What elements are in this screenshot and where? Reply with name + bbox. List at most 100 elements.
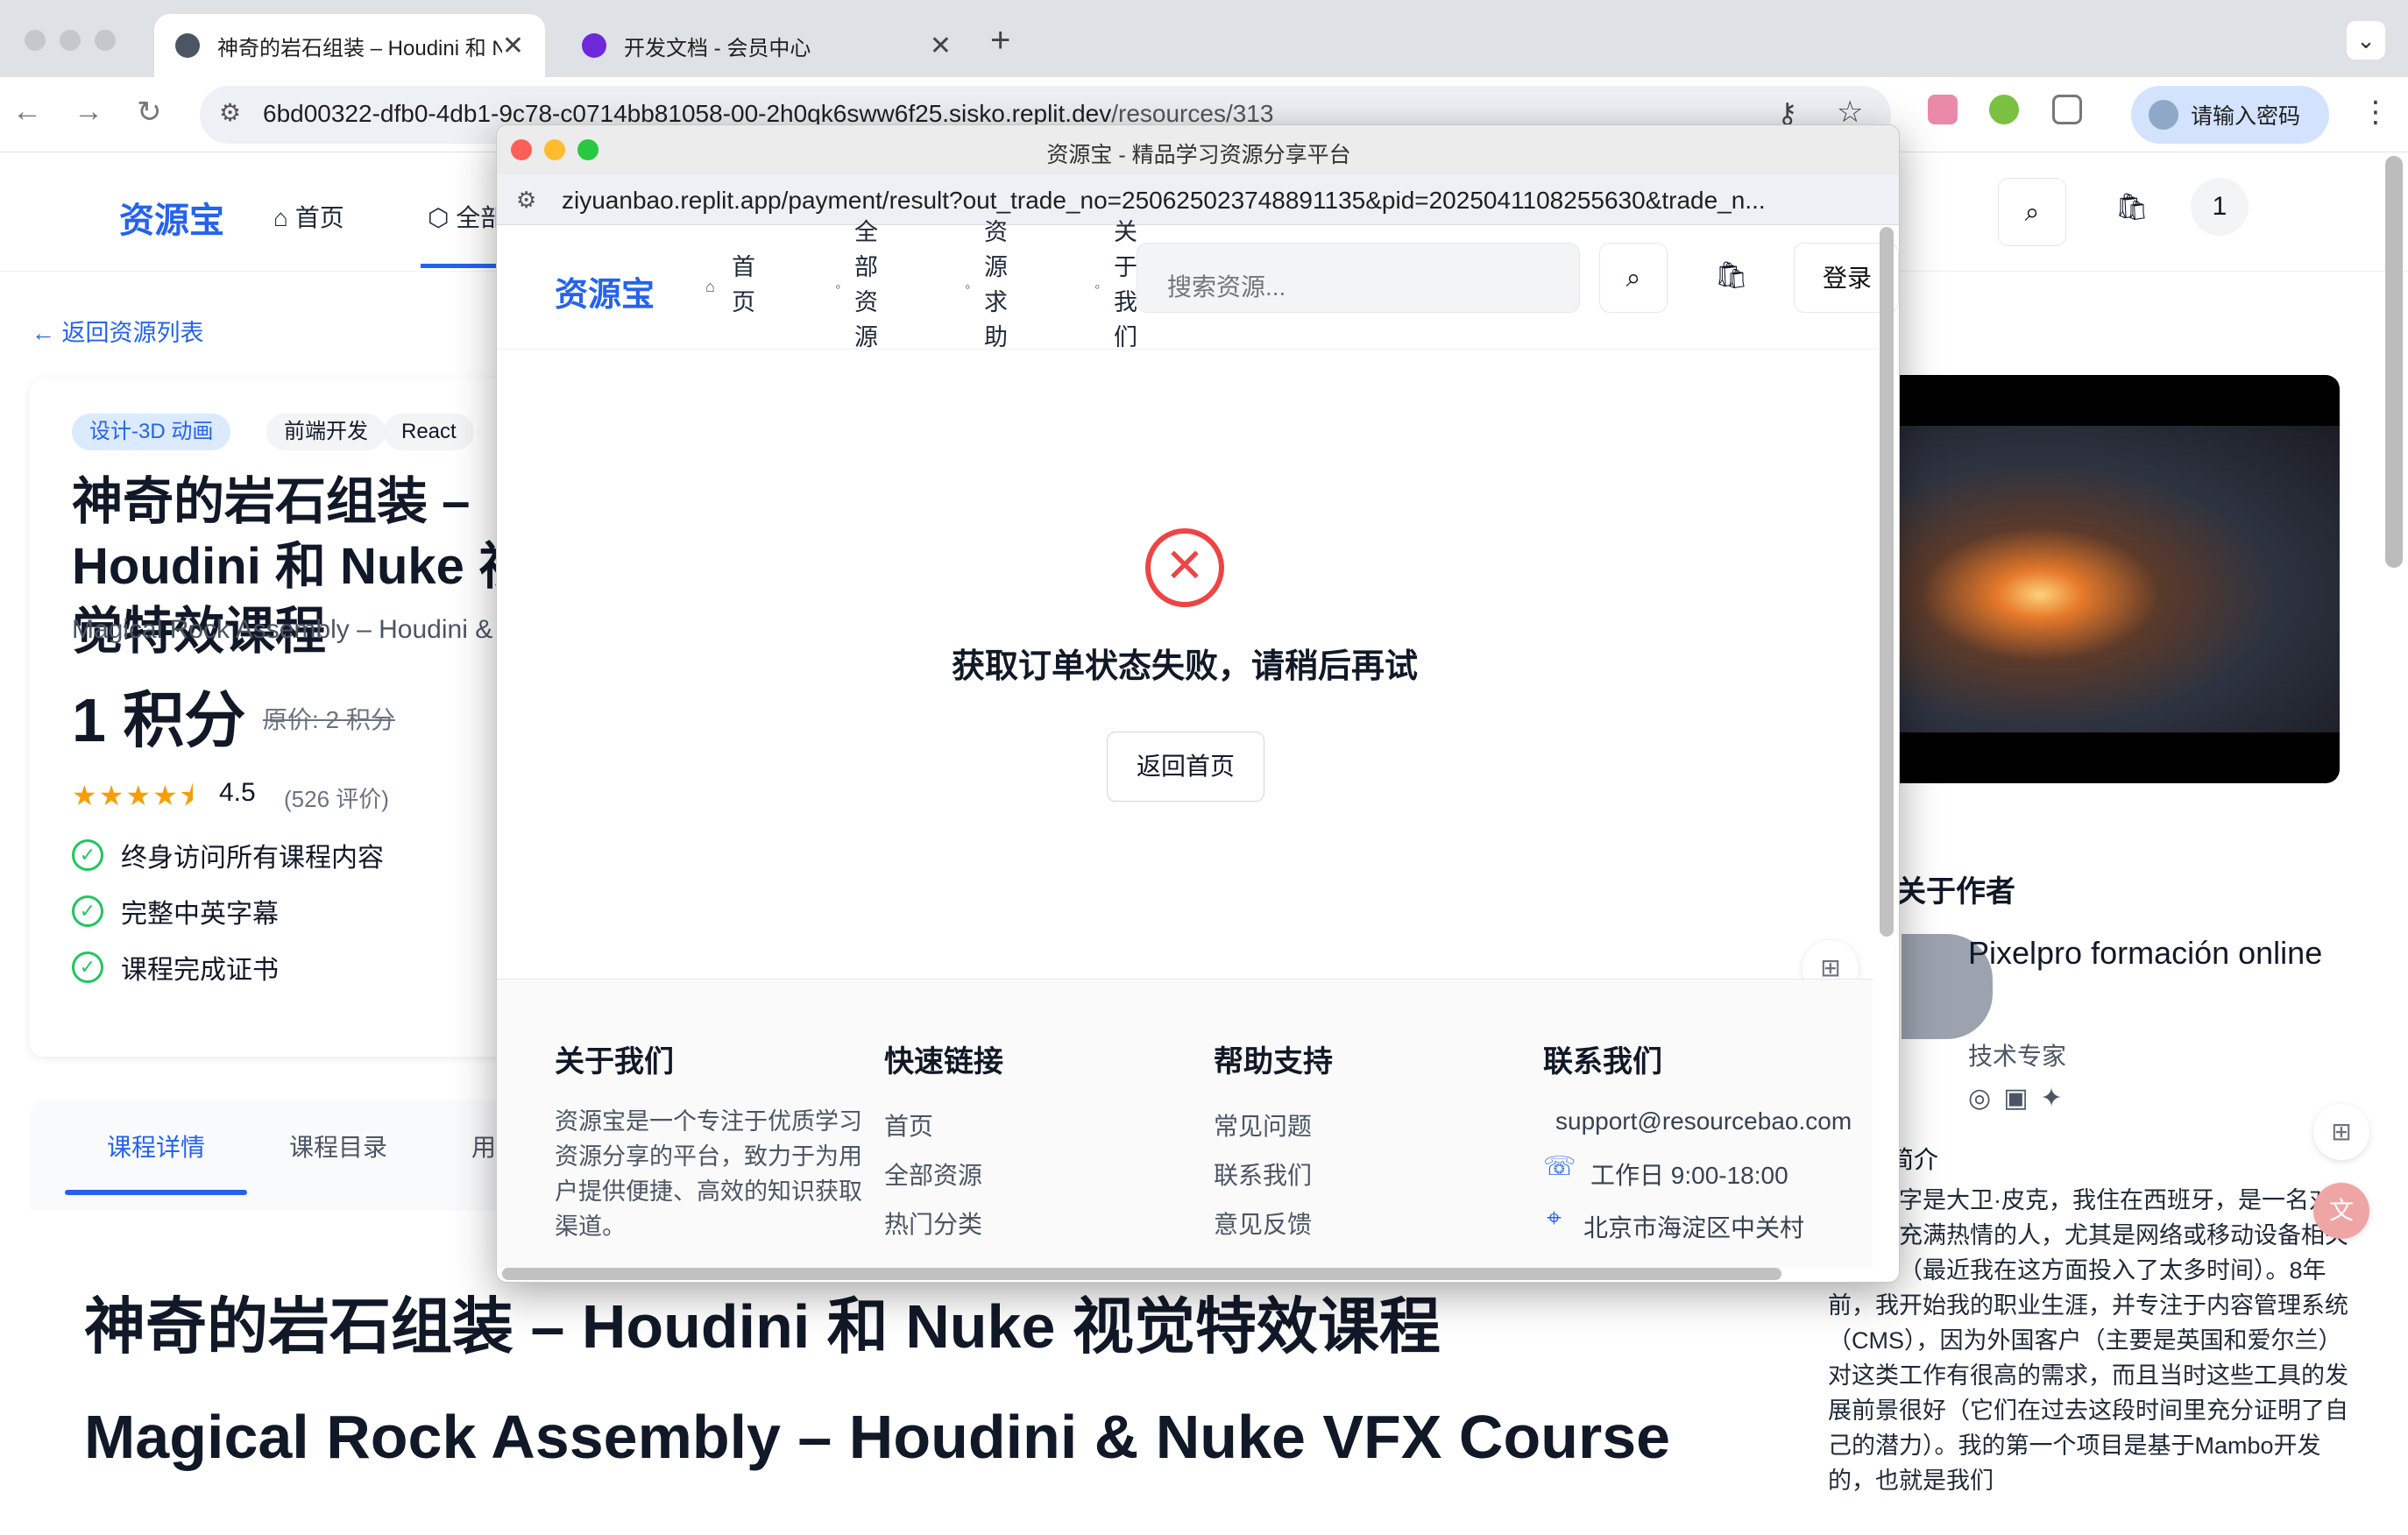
- detail-title-cn: 神奇的岩石组装 – Houdini 和 Nuke 视觉特效课程: [84, 1292, 1441, 1361]
- browser-tabstrip: 神奇的岩石组装 – Houdini 和 N ✕ 开发文档 - 会员中心 ✕ + …: [0, 0, 2408, 77]
- author-bio: 我的名字是大卫·皮克，我住在西班牙，是一名对新技术充满热情的人，尤其是网络或移动…: [1828, 1187, 2348, 1494]
- footer-link[interactable]: 首页: [884, 1107, 933, 1142]
- phone-icon: ☏: [1543, 1152, 1576, 1181]
- tab-close-icon[interactable]: ✕: [502, 31, 524, 61]
- box-icon: ◦: [835, 278, 841, 295]
- window-zoom-light[interactable]: [95, 30, 116, 51]
- error-message: 获取订单状态失败，请稍后再试: [951, 648, 1418, 685]
- nav-home-label: 首页: [294, 204, 344, 231]
- browser-tab-course[interactable]: 神奇的岩石组装 – Houdini 和 N ✕: [154, 14, 545, 77]
- globe-icon: [175, 33, 200, 58]
- site-favicon-icon: [582, 33, 606, 58]
- popup-nav-request[interactable]: 资源求助: [984, 215, 1010, 355]
- back-home-button[interactable]: 返回首页: [1107, 732, 1264, 802]
- feature-label: 课程完成证书: [121, 956, 279, 985]
- footer-link[interactable]: 热门分类: [884, 1206, 982, 1241]
- check-circle-icon: ✓: [72, 895, 103, 927]
- original-price: 原价: 2 积分: [263, 706, 395, 733]
- rating-value: 4.5: [219, 778, 256, 807]
- footer-link[interactable]: 意见反馈: [1214, 1206, 1312, 1241]
- popup-title: 资源宝 - 精品学习资源分享平台: [1046, 143, 1351, 167]
- social-links: ◎▣✦: [1968, 1083, 2075, 1114]
- check-circle-icon: ✓: [72, 951, 103, 983]
- box-icon: ⬡: [428, 204, 457, 231]
- popup-logo[interactable]: 资源宝: [555, 267, 655, 315]
- review-count: (526 评价): [284, 786, 389, 812]
- twitter-icon[interactable]: ✦: [2041, 1084, 2075, 1113]
- forward-arrow-icon[interactable]: →: [74, 95, 103, 129]
- search-icon[interactable]: ⌕: [1998, 178, 2066, 246]
- footer-address: 北京市海淀区中关村: [1583, 1214, 1805, 1241]
- home-icon: ⌂: [273, 204, 295, 231]
- footer-link[interactable]: 联系我们: [1214, 1157, 1312, 1192]
- search-icon[interactable]: ⌕: [1599, 243, 1668, 313]
- tab-course-detail[interactable]: 课程详情: [107, 1128, 205, 1164]
- password-prompt-label: 请输入密码: [2191, 104, 2301, 129]
- arrow-left-icon: ←: [32, 320, 55, 346]
- search-input[interactable]: [1137, 243, 1580, 313]
- tab-title: 开发文档 - 会员中心: [624, 36, 811, 60]
- star-rating-icon: ★★★★⯨: [72, 780, 196, 811]
- site-settings-icon[interactable]: ⚙: [219, 98, 241, 127]
- footer-link[interactable]: 全部资源: [884, 1157, 982, 1192]
- puzzle-extensions-icon[interactable]: [2052, 95, 2082, 124]
- page-scrollbar[interactable]: [2385, 156, 2403, 568]
- footer-about-text: 资源宝是一个专注于优质学习资源分享的平台，致力于为用户提供便捷、高效的知识获取渠…: [555, 1108, 862, 1240]
- popup-site-header: 资源宝 ⌂ 首页 ◦ 全部资源 ◦ 资源求助 ◦ 关于我们 ⌕ 🛍 登录: [497, 219, 1899, 350]
- apps-icon[interactable]: ⊞: [2313, 1104, 2369, 1160]
- profile-avatar-icon: [2149, 100, 2178, 130]
- video-preview-image: [1840, 426, 2340, 732]
- feature-label: 完整中英字幕: [121, 900, 279, 929]
- window-minimize-light[interactable]: [60, 30, 81, 51]
- reload-icon[interactable]: ↻: [137, 95, 162, 130]
- linkedin-icon[interactable]: ▣: [2003, 1084, 2040, 1113]
- home-icon: ⌂: [705, 278, 715, 295]
- feature-item: ✓ 完整中英字幕: [72, 892, 279, 930]
- nav-home[interactable]: ⌂ 首页: [273, 199, 344, 234]
- popup-address-bar[interactable]: ⚙ ziyuanbao.replit.app/payment/result?ou…: [497, 174, 1899, 225]
- site-logo[interactable]: 资源宝: [119, 192, 224, 243]
- cart-icon[interactable]: 🛍: [2115, 192, 2149, 223]
- footer-hours: 工作日 9:00-18:00: [1590, 1162, 1788, 1189]
- browser-tab-docs[interactable]: 开发文档 - 会员中心 ✕: [561, 14, 973, 77]
- popup-url[interactable]: ziyuanbao.replit.app/payment/result?out_…: [562, 187, 1885, 215]
- back-arrow-icon[interactable]: ←: [12, 95, 42, 129]
- footer-email[interactable]: support@resourcebao.com: [1555, 1107, 1852, 1135]
- window-close-light[interactable]: [25, 30, 46, 51]
- price: 1 积分: [72, 686, 246, 754]
- extension-icon[interactable]: [1989, 95, 2019, 124]
- site-settings-icon[interactable]: ⚙: [516, 187, 536, 214]
- avatar[interactable]: 1: [2191, 178, 2249, 236]
- course-video[interactable]: [1840, 375, 2340, 783]
- new-tab-button[interactable]: +: [990, 21, 1010, 60]
- help-icon: ◦: [965, 278, 971, 295]
- nav-active-indicator: [421, 264, 499, 268]
- payment-popup-window: 资源宝 - 精品学习资源分享平台 ⚙ ziyuanbao.replit.app/…: [496, 124, 1900, 1283]
- info-icon: ◦: [1094, 278, 1101, 295]
- category-tag[interactable]: React: [384, 414, 474, 450]
- tab-close-icon[interactable]: ✕: [930, 31, 952, 61]
- tab-search-button[interactable]: ⌄: [2347, 21, 2385, 60]
- footer-contact-heading: 联系我们: [1543, 1045, 1662, 1079]
- category-tag[interactable]: 设计-3D 动画: [72, 414, 231, 450]
- active-tab-indicator: [65, 1190, 247, 1195]
- category-tag[interactable]: 前端开发: [266, 414, 386, 450]
- popup-footer: 关于我们 资源宝是一个专注于优质学习资源分享的平台，致力于为用户提供便捷、高效的…: [497, 979, 1873, 1268]
- back-to-list-link[interactable]: ← 返回资源列表: [32, 314, 204, 348]
- error-x-icon: ✕: [1145, 528, 1224, 607]
- footer-link[interactable]: 常见问题: [1214, 1107, 1312, 1142]
- cart-icon[interactable]: 🛍: [1715, 260, 1748, 291]
- popup-nav-home[interactable]: 首页: [732, 250, 758, 320]
- globe-icon[interactable]: ◎: [1968, 1084, 2003, 1113]
- translate-icon[interactable]: 文: [2313, 1183, 2369, 1239]
- popup-nav-all[interactable]: 全部资源: [854, 215, 881, 355]
- popup-horizontal-scrollbar[interactable]: [502, 1268, 1781, 1280]
- translate-extension-icon[interactable]: [1928, 95, 1958, 124]
- browser-menu-icon[interactable]: ⋮: [2361, 95, 2390, 130]
- detail-title-en: Magical Rock Assembly – Houdini & Nuke V…: [84, 1403, 1671, 1471]
- password-prompt-button[interactable]: 请输入密码: [2131, 86, 2329, 144]
- popup-vertical-scrollbar[interactable]: [1880, 227, 1894, 937]
- tab-course-catalog[interactable]: 课程目录: [289, 1128, 387, 1164]
- feature-label: 终身访问所有课程内容: [121, 844, 384, 873]
- author-heading: 关于作者: [1896, 875, 2015, 909]
